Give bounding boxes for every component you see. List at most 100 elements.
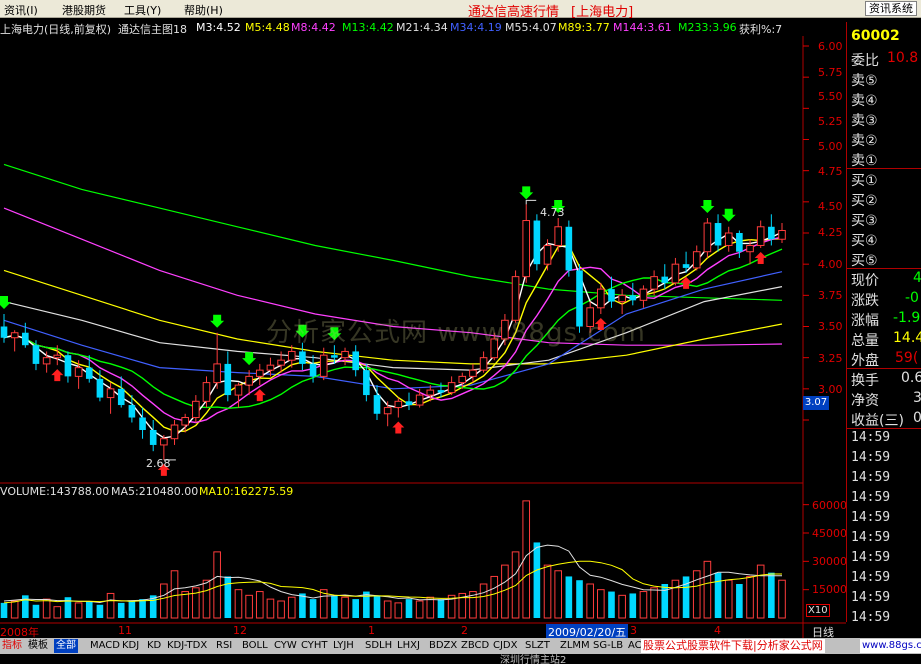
date-label: 1 bbox=[368, 624, 375, 637]
app-title: 通达信高速行情 bbox=[468, 5, 560, 20]
ma34-value: M34:4.19 bbox=[450, 21, 502, 34]
tab-kdj-tdx[interactable]: KDJ-TDX bbox=[165, 639, 209, 653]
volume-bar bbox=[32, 604, 40, 618]
total-volume-label: 总量 bbox=[851, 333, 879, 349]
volume-bar bbox=[128, 600, 136, 618]
volume-bar bbox=[117, 602, 125, 618]
tab-boll[interactable]: BOLL bbox=[240, 639, 270, 653]
download-url[interactable]: www.88gs.com bbox=[860, 639, 921, 653]
tab-kd[interactable]: KD bbox=[145, 639, 163, 653]
ma55-value: M55:4.07 bbox=[505, 21, 557, 34]
volume-bar bbox=[597, 589, 605, 619]
tab-template[interactable]: 模板 bbox=[26, 639, 50, 653]
sell-1-label: 卖① bbox=[851, 153, 878, 169]
ma8-value: M8:4.42 bbox=[291, 21, 336, 34]
tab-lyjh[interactable]: LYJH bbox=[331, 639, 356, 653]
candle-body bbox=[192, 400, 200, 419]
volume-bar bbox=[160, 583, 168, 619]
candle-body bbox=[22, 332, 29, 346]
tab-cyw[interactable]: CYW bbox=[272, 639, 299, 653]
volume-bar bbox=[661, 583, 669, 618]
volume-bar bbox=[565, 576, 573, 618]
tab-cjdx[interactable]: CJDX bbox=[491, 639, 519, 653]
volume-bar bbox=[618, 594, 626, 619]
sell-3-label: 卖③ bbox=[851, 113, 878, 129]
volume-bar bbox=[746, 575, 754, 619]
date-label: 4 bbox=[714, 624, 721, 637]
buy-arrow-icon bbox=[754, 251, 767, 264]
ma89-value: M89:3.77 bbox=[558, 21, 610, 34]
volume-bar bbox=[543, 564, 552, 619]
candle-body bbox=[437, 390, 445, 393]
turnover-value: 0.6 bbox=[901, 370, 921, 386]
volume-bar bbox=[287, 596, 296, 619]
candle-body bbox=[224, 363, 232, 396]
volume-bar bbox=[501, 564, 509, 619]
tab-all[interactable]: 全部 bbox=[54, 639, 78, 653]
volume-bar bbox=[405, 599, 413, 618]
buy-2-label: 买② bbox=[851, 193, 878, 209]
outer-volume-label: 外盘 bbox=[851, 353, 879, 369]
tab-lhxj[interactable]: LHXJ bbox=[395, 639, 422, 653]
formula-name: 通达信主图18 bbox=[118, 23, 187, 36]
candle-body bbox=[405, 401, 413, 406]
tab-macd[interactable]: MACD bbox=[88, 639, 122, 653]
candle-body bbox=[608, 289, 615, 302]
date-label: 2 bbox=[461, 624, 468, 637]
tab-zbcd[interactable]: ZBCD bbox=[459, 639, 491, 653]
candle-body bbox=[245, 375, 253, 386]
menu-news[interactable]: 资讯(I) bbox=[4, 2, 38, 18]
menu-tools[interactable]: 工具(Y) bbox=[124, 2, 161, 18]
volume-axis: 60000 45000 30000 15000 bbox=[808, 0, 848, 640]
tab-bdzx[interactable]: BDZX bbox=[427, 639, 459, 653]
download-banner[interactable]: 股票公式股票软件下载|分析家公式网 bbox=[641, 639, 825, 653]
trade-time: 14:59 bbox=[851, 590, 891, 605]
candle-body bbox=[426, 389, 435, 396]
news-system-button[interactable]: 资讯系统 bbox=[865, 1, 917, 16]
volume-bar bbox=[533, 542, 541, 618]
sell-arrow-icon bbox=[700, 200, 715, 214]
volume-bar bbox=[608, 591, 615, 618]
candle-body bbox=[213, 363, 221, 384]
tab-rsi[interactable]: RSI bbox=[214, 639, 234, 653]
trade-time: 14:59 bbox=[851, 570, 891, 585]
volume-bar bbox=[447, 594, 456, 619]
change-percent-value: -1.9 bbox=[893, 310, 921, 326]
tab-cyht[interactable]: CYHT bbox=[299, 639, 330, 653]
volume-bar bbox=[522, 500, 531, 619]
tab-sdlh[interactable]: SDLH bbox=[363, 639, 394, 653]
tab-indicator[interactable]: 指标 bbox=[0, 639, 24, 653]
volume-bar bbox=[277, 600, 285, 619]
date-label: 12 bbox=[233, 624, 247, 637]
volume-tick-label: 30000 bbox=[812, 555, 847, 568]
candle-body bbox=[629, 295, 637, 301]
menu-hk-futures[interactable]: 港股期货 bbox=[62, 2, 106, 18]
candle-body bbox=[331, 355, 338, 358]
volume-bar bbox=[703, 560, 712, 619]
volume-bar bbox=[692, 570, 701, 619]
change-percent-label: 涨幅 bbox=[851, 313, 879, 329]
candle-body bbox=[639, 288, 648, 301]
volume-bar bbox=[64, 597, 72, 618]
candle-body bbox=[10, 332, 19, 339]
tab-kdj[interactable]: KDJ bbox=[120, 639, 141, 653]
trade-time: 14:59 bbox=[851, 430, 891, 445]
volume-bar bbox=[383, 600, 392, 619]
volume-bar bbox=[341, 596, 349, 619]
menu-help[interactable]: 帮助(H) bbox=[184, 2, 223, 18]
volume-tick-label: 15000 bbox=[812, 583, 847, 596]
sell-4-label: 卖④ bbox=[851, 93, 878, 109]
candle-body bbox=[714, 223, 722, 246]
trade-time: 14:59 bbox=[851, 530, 891, 545]
menu-bar: 资讯(I) 港股期货 工具(Y) 帮助(H) 通达信高速行情 [上海电力] 资讯… bbox=[0, 0, 921, 20]
tab-sg-lb[interactable]: SG-LB bbox=[591, 639, 625, 653]
volume-bar bbox=[437, 599, 445, 618]
candle-body bbox=[319, 354, 328, 377]
tab-zlmm[interactable]: ZLMM bbox=[558, 639, 592, 653]
sell-arrow-icon bbox=[0, 296, 11, 310]
candle-body bbox=[287, 350, 296, 361]
tab-slzt[interactable]: SLZT bbox=[523, 639, 552, 653]
volume-bar bbox=[576, 580, 583, 618]
candle-body bbox=[533, 220, 541, 265]
candle-body bbox=[543, 244, 552, 265]
